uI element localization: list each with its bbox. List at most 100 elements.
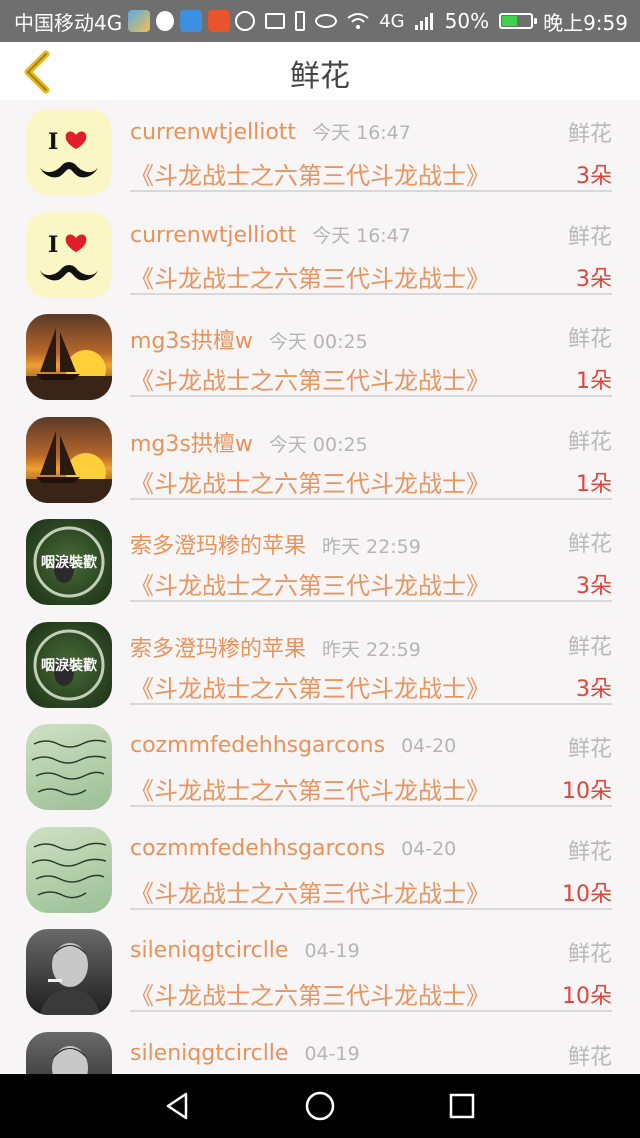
user-name[interactable]: mg3s拱檀w 今天 00:25	[130, 323, 368, 355]
page-title: 鲜花	[290, 59, 350, 94]
list-item[interactable]: cozmmfedehhsgarcons 04-20 鲜花 《斗龙战士之六第三代斗龙…	[0, 715, 640, 818]
book-title[interactable]: 《斗龙战士之六第三代斗龙战士》	[130, 771, 490, 806]
book-title[interactable]: 《斗龙战士之六第三代斗龙战士》	[130, 874, 490, 909]
flower-count: 10朵	[562, 984, 612, 1009]
svg-text:I: I	[48, 129, 58, 155]
handwriting-avatar	[31, 739, 107, 796]
square-recents-icon	[449, 1093, 475, 1119]
cast-icon	[265, 13, 286, 29]
video-app-icon	[208, 10, 231, 32]
circle-home-icon	[305, 1091, 335, 1121]
divider	[130, 907, 612, 910]
clock: 晚上9:59	[543, 10, 628, 35]
handwriting-avatar	[31, 842, 107, 898]
user-name[interactable]: currenwtjelliott 今天 16:47	[130, 221, 411, 248]
divider	[130, 702, 612, 705]
gift-type: 鲜花	[567, 839, 612, 865]
book-title[interactable]: 《斗龙战士之六第三代斗龙战士》	[130, 259, 490, 294]
list-item[interactable]: sileniqgtcirclle 04-19 鲜花 《斗龙战士之六第三代斗龙战士》…	[0, 920, 640, 1023]
svg-text:I: I	[48, 232, 58, 258]
divider	[130, 600, 612, 602]
list-item[interactable]: sileniqgtcirclle 04-19 鲜花	[0, 1023, 640, 1074]
divider	[130, 395, 612, 397]
app-header: 鲜花	[0, 42, 640, 100]
avatar[interactable]: 咽淚裝歡	[26, 519, 112, 605]
avatar[interactable]	[26, 724, 112, 810]
list-item[interactable]: I currenwtjelliott 今天 16:47 鲜花 《斗龙战士之六第三代…	[0, 203, 640, 306]
status-bar: 中国移动4G 4G 50% 晚上9:59	[0, 0, 640, 42]
status-bar-right: 4G 50% 晚上9:59	[235, 0, 628, 42]
gift-type: 鲜花	[567, 737, 612, 762]
battery-icon	[499, 13, 538, 29]
gift-type: 鲜花	[567, 224, 612, 250]
network-type-label: 4G	[379, 10, 405, 32]
user-name[interactable]: currenwtjelliott 今天 16:47	[130, 118, 411, 145]
divider	[130, 190, 612, 192]
sailboat-sunset-avatar	[26, 328, 112, 400]
sailboat-sunset-avatar	[26, 430, 112, 503]
timestamp: 04-19	[304, 940, 360, 962]
user-name[interactable]: cozmmfedehhsgarcons 04-20	[130, 836, 456, 861]
avatar[interactable]: I	[26, 109, 112, 195]
timestamp: 04-20	[401, 837, 457, 860]
heart-mustache-avatar: I	[40, 129, 98, 178]
signal-icon	[414, 13, 433, 30]
list-item[interactable]: cozmmfedehhsgarcons 04-20 鲜花 《斗龙战士之六第三代斗龙…	[0, 818, 640, 921]
divider	[130, 497, 612, 500]
list-item[interactable]: mg3s拱檀w 今天 00:25 鲜花 《斗龙战士之六第三代斗龙战士》 1朵	[0, 408, 640, 511]
book-title[interactable]: 《斗龙战士之六第三代斗龙战士》	[130, 976, 490, 1011]
flower-count: 1朵	[576, 369, 612, 394]
gift-type: 鲜花	[567, 532, 612, 557]
browser-app-icon	[180, 10, 203, 32]
book-title[interactable]: 《斗龙战士之六第三代斗龙战士》	[130, 156, 490, 191]
eye-icon	[315, 14, 338, 28]
avatar-caption: 咽淚裝歡	[41, 554, 97, 571]
nav-back-button[interactable]	[160, 1088, 196, 1124]
book-title[interactable]: 《斗龙战士之六第三代斗龙战士》	[130, 361, 490, 396]
avatar[interactable]	[26, 1031, 112, 1074]
user-name[interactable]: sileniqgtcirclle 04-19	[130, 1041, 360, 1066]
list-item[interactable]: 咽淚裝歡 索多澄玛糁的苹果 昨天 22:59 鲜花 《斗龙战士之六第三代斗龙战士》…	[0, 613, 640, 716]
user-name[interactable]: 索多澄玛糁的苹果 昨天 22:59	[130, 528, 421, 560]
list-item[interactable]: I currenwtjelliott 今天 16:47 鲜花 《斗龙战士之六第三代…	[0, 100, 640, 203]
timestamp: 今天 00:25	[268, 433, 368, 456]
list-item[interactable]: mg3s拱檀w 今天 00:25 鲜花 《斗龙战士之六第三代斗龙战士》 1朵	[0, 305, 640, 408]
nav-home-button[interactable]	[302, 1088, 338, 1124]
gift-type: 鲜花	[567, 122, 612, 147]
flower-count: 10朵	[562, 881, 612, 907]
hd-call-icon	[235, 11, 256, 31]
user-name[interactable]: sileniqgtcirclle 04-19	[130, 938, 360, 963]
book-title[interactable]: 《斗龙战士之六第三代斗龙战士》	[130, 669, 490, 704]
flower-list: I currenwtjelliott 今天 16:47 鲜花 《斗龙战士之六第三代…	[0, 100, 640, 1074]
book-title[interactable]: 《斗龙战士之六第三代斗龙战士》	[130, 566, 490, 601]
status-bar-left: 中国移动4G	[14, 0, 231, 42]
avatar[interactable]	[26, 929, 112, 1015]
book-title[interactable]: 《斗龙战士之六第三代斗龙战士》	[130, 464, 490, 499]
timestamp: 今天 00:25	[268, 331, 368, 353]
battery-percent: 50%	[444, 9, 490, 33]
gift-type: 鲜花	[567, 327, 612, 352]
timestamp: 今天 16:47	[312, 122, 411, 144]
divider	[130, 292, 612, 295]
user-name[interactable]: 索多澄玛糁的苹果 昨天 22:59	[130, 631, 421, 663]
green-photo-avatar: 咽淚裝歡	[33, 629, 105, 700]
nav-recents-button[interactable]	[444, 1088, 480, 1124]
man-smoking-avatar	[52, 1045, 88, 1074]
avatar[interactable]	[26, 826, 112, 913]
avatar[interactable]	[26, 416, 112, 503]
user-name[interactable]: cozmmfedehhsgarcons 04-20	[130, 733, 456, 758]
carrier-label: 中国移动4G	[14, 10, 123, 35]
list-item[interactable]: 咽淚裝歡 索多澄玛糁的苹果 昨天 22:59 鲜花 《斗龙战士之六第三代斗龙战士》…	[0, 510, 640, 613]
green-photo-avatar: 咽淚裝歡	[33, 526, 105, 598]
avatar[interactable]: I	[26, 211, 112, 298]
triangle-back-icon	[166, 1092, 188, 1120]
flower-count: 1朵	[576, 471, 612, 497]
avatar[interactable]: 咽淚裝歡	[26, 621, 112, 708]
flower-count: 3朵	[576, 164, 612, 189]
timestamp: 今天 16:47	[312, 224, 411, 247]
divider	[130, 1010, 612, 1012]
avatar[interactable]	[26, 314, 112, 400]
qq-penguin-icon	[156, 11, 175, 31]
timestamp: 04-19	[304, 1042, 360, 1065]
user-name[interactable]: mg3s拱檀w 今天 00:25	[130, 426, 368, 458]
